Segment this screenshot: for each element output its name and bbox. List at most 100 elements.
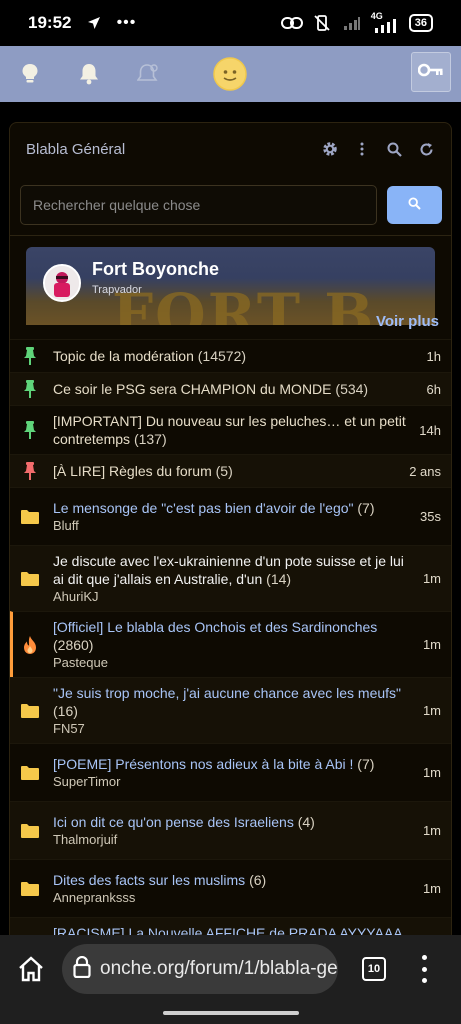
signal-4g-icon: 4G <box>370 11 401 33</box>
topic-time: 1m <box>422 881 441 896</box>
app-root: 19:52 ••• 4G 36 Blabla Général Recherche… <box>0 0 461 1024</box>
topic-title-line[interactable]: [POEME] Présentons nos adieux à la bite … <box>53 755 415 773</box>
topic-body: Ici on dit ce qu'on pense des Israeliens… <box>53 813 415 848</box>
panel-actions <box>321 140 435 158</box>
topic-reply-count: (14) <box>266 571 292 587</box>
link-icon <box>280 14 303 32</box>
topic-row[interactable]: [Officiel] Le blabla des Onchois et des … <box>10 611 451 677</box>
topic-title: Ici on dit ce qu'on pense des Israeliens <box>53 814 294 830</box>
topic-row[interactable]: Ce soir le PSG sera CHAMPION du MONDE (5… <box>10 372 451 405</box>
key-button[interactable] <box>411 52 451 92</box>
banner-subtitle: Trapvador <box>92 284 142 296</box>
topic-title-line[interactable]: Le mensonge de "c'est pas bien d'avoir d… <box>53 499 412 517</box>
topic-time: 1m <box>422 571 441 586</box>
search-row <box>20 185 442 225</box>
gesture-pill[interactable] <box>163 1011 299 1015</box>
url-text: onche.org/forum/1/blabla-general <box>100 958 338 979</box>
app-topbar <box>0 46 461 102</box>
panel-header: Blabla Général <box>10 123 451 175</box>
forum-panel: Blabla Général Rechercher quelque chose … <box>9 122 452 942</box>
topic-title: Le mensonge de "c'est pas bien d'avoir d… <box>53 500 354 516</box>
pin-green-icon <box>20 420 40 440</box>
topic-author[interactable]: Thalmorjuif <box>53 831 415 848</box>
search-icon <box>408 197 421 213</box>
key-icon <box>417 62 444 83</box>
fire-icon <box>20 635 40 655</box>
topic-title-line[interactable]: Topic de la modération (14572) <box>53 347 419 365</box>
topic-body: Le mensonge de "c'est pas bien d'avoir d… <box>53 499 412 534</box>
topic-row[interactable]: Topic de la modération (14572) 1h <box>10 339 451 372</box>
battery-indicator: 36 <box>408 14 433 32</box>
topic-author[interactable]: Bluff <box>53 517 412 534</box>
topic-row[interactable]: Ici on dit ce qu'on pense des Israeliens… <box>10 801 451 859</box>
topic-author[interactable]: AhuriKJ <box>53 588 415 605</box>
topic-time: 1h <box>426 348 441 364</box>
topic-title-line[interactable]: Je discute avec l'ex-ukrainienne d'un po… <box>53 552 415 588</box>
topic-title-line[interactable]: [Officiel] Le blabla des Onchois et des … <box>53 618 415 654</box>
topic-time: 1m <box>422 823 441 838</box>
topic-row[interactable]: [À LIRE] Règles du forum (5) 2 ans <box>10 454 451 487</box>
voir-plus-link[interactable]: Voir plus <box>376 313 439 330</box>
topic-title-line[interactable]: Ici on dit ce qu'on pense des Israeliens… <box>53 813 415 831</box>
topic-row[interactable]: Je discute avec l'ex-ukrainienne d'un po… <box>10 545 451 611</box>
status-bar: 19:52 ••• 4G 36 <box>0 0 461 46</box>
forum-search-input[interactable] <box>20 185 377 225</box>
forum-title: Blabla Général <box>26 140 126 158</box>
location-arrow-icon <box>83 14 105 32</box>
more-dots-icon: ••• <box>116 14 137 31</box>
user-avatar-icon[interactable] <box>212 56 248 92</box>
bell-icon[interactable] <box>71 56 107 92</box>
topic-row[interactable]: Dites des facts sur les muslims (6) Annep… <box>10 859 451 917</box>
topic-row[interactable]: Le mensonge de "c'est pas bien d'avoir d… <box>10 487 451 545</box>
topic-title-line[interactable]: [IMPORTANT] Du nouveau sur les peluches…… <box>53 412 411 448</box>
folder-icon <box>20 569 40 589</box>
topic-time: 1m <box>422 765 441 780</box>
topic-title-line[interactable]: "Je suis trop moche, j'ai aucune chance … <box>53 684 415 720</box>
signal-weak-icon <box>341 14 363 32</box>
tabs-count-button[interactable]: 10 <box>362 957 386 981</box>
featured-topic-banner[interactable]: FORT B Fort Boyonche Trapvador <box>26 247 435 325</box>
topic-reply-count: (4) <box>297 814 315 830</box>
network-label: 4G <box>370 11 383 21</box>
banner-background-text: FORT B <box>112 281 376 325</box>
topic-time: 14h <box>419 422 441 438</box>
topic-title-line[interactable]: Dites des facts sur les muslims (6) <box>53 871 415 889</box>
topic-row[interactable]: "Je suis trop moche, j'ai aucune chance … <box>10 677 451 743</box>
topic-title: Ce soir le PSG sera CHAMPION du MONDE <box>53 381 332 397</box>
topic-title-line[interactable]: [À LIRE] Règles du forum (5) <box>53 462 401 480</box>
topic-reply-count: (16) <box>53 703 78 719</box>
settings-gear-icon[interactable] <box>321 140 339 158</box>
topic-reply-count: (7) <box>357 756 375 772</box>
lock-icon <box>72 955 92 983</box>
topic-reply-count: (137) <box>133 431 167 447</box>
topic-title-line[interactable]: Ce soir le PSG sera CHAMPION du MONDE (5… <box>53 380 419 398</box>
folder-icon <box>20 763 40 783</box>
browser-menu-icon[interactable] <box>414 955 434 983</box>
forum-search-button[interactable] <box>387 186 442 224</box>
topic-author[interactable]: Pasteque <box>53 654 415 671</box>
lightbulb-icon[interactable] <box>12 56 48 92</box>
topic-author[interactable]: Annepranksss <box>53 889 415 906</box>
topic-author[interactable]: FN57 <box>53 720 415 737</box>
status-right-icons: 4G 36 <box>280 11 433 33</box>
topic-reply-count: (5) <box>215 463 233 479</box>
bell-subscriptions-icon[interactable] <box>130 56 166 92</box>
topic-body: Je discute avec l'ex-ukrainienne d'un po… <box>53 552 415 605</box>
banner-name: Fort Boyonche <box>92 259 220 279</box>
divider <box>10 235 451 236</box>
topic-row[interactable]: [IMPORTANT] Du nouveau sur les peluches…… <box>10 405 451 454</box>
topic-title: Je discute avec l'ex-ukrainienne d'un po… <box>53 553 404 587</box>
url-bar[interactable]: onche.org/forum/1/blabla-general <box>62 944 338 994</box>
topic-row[interactable]: [POEME] Présentons nos adieux à la bite … <box>10 743 451 801</box>
home-icon[interactable] <box>17 955 45 983</box>
topic-body: [À LIRE] Règles du forum (5) <box>53 462 401 480</box>
topic-reply-count: (14572) <box>197 348 247 364</box>
refresh-icon[interactable] <box>417 140 435 158</box>
topic-time: 2 ans <box>409 463 441 479</box>
topic-author[interactable]: SuperTimor <box>53 773 415 790</box>
topic-body: Topic de la modération (14572) <box>53 347 419 365</box>
search-icon[interactable] <box>385 140 403 158</box>
kebab-menu-icon[interactable] <box>353 140 371 158</box>
status-left-icons: ••• <box>83 14 137 32</box>
pin-green-icon <box>20 379 40 399</box>
